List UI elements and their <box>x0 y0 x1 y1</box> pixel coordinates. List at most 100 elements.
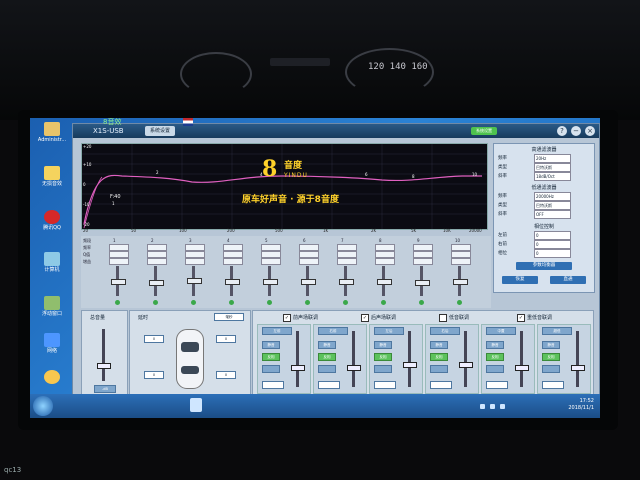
channel-name-button[interactable]: 中置 <box>486 327 516 335</box>
eq-freq-field[interactable] <box>451 244 471 251</box>
eq-gain-field[interactable] <box>375 258 395 265</box>
eq-band-indicator-icon[interactable] <box>115 300 120 305</box>
channel-mute-button[interactable]: 静音 <box>374 341 392 349</box>
channel-invert-button[interactable]: 反相 <box>430 353 448 361</box>
channel-volume-track[interactable] <box>408 331 411 387</box>
minimize-button[interactable]: − <box>571 126 581 136</box>
channel-volume-track[interactable] <box>296 331 299 387</box>
desktop-icon-sound[interactable]: 无损音效 <box>32 166 72 187</box>
bypass-button[interactable]: 直通 <box>550 276 586 284</box>
link-checkbox[interactable]: ✓ <box>361 314 369 322</box>
eq-gain-slider[interactable] <box>263 279 278 285</box>
parametric-eq-button[interactable]: 参数均衡器 <box>516 262 572 270</box>
tab-system-settings[interactable]: 系统设置 <box>145 126 175 136</box>
eq-q-field[interactable] <box>223 251 243 258</box>
channel-volume-slider[interactable] <box>571 364 585 371</box>
channel-name-button[interactable]: 左前 <box>262 327 292 335</box>
channel-value-field[interactable] <box>262 381 284 389</box>
desktop-icon-float[interactable]: 浮动窗口 <box>32 296 72 317</box>
eq-band-indicator-icon[interactable] <box>305 300 310 305</box>
channel-name-button[interactable]: 右前 <box>318 327 348 335</box>
channel-volume-track[interactable] <box>520 331 523 387</box>
eq-gain-field[interactable] <box>337 258 357 265</box>
desktop-icon-network[interactable]: 网络 <box>32 333 72 354</box>
eq-band-indicator-icon[interactable] <box>381 300 386 305</box>
channel-mute-button[interactable]: 静音 <box>486 341 504 349</box>
eq-band-indicator-icon[interactable] <box>267 300 272 305</box>
channel-name-button[interactable]: 右后 <box>430 327 460 335</box>
master-volume-value[interactable]: -dB <box>94 385 116 393</box>
master-volume-track[interactable] <box>102 329 105 381</box>
eq-freq-field[interactable] <box>223 244 243 251</box>
graph-point-label[interactable]: 8 <box>412 174 415 179</box>
eq-freq-field[interactable] <box>375 244 395 251</box>
eq-q-field[interactable] <box>147 251 167 258</box>
eq-band-indicator-icon[interactable] <box>419 300 424 305</box>
delay-rear-right[interactable]: 0 <box>216 371 236 379</box>
channel-invert-button[interactable]: 反相 <box>542 353 560 361</box>
eq-band-indicator-icon[interactable] <box>229 300 234 305</box>
channel-value-field[interactable] <box>542 381 564 389</box>
desktop-icon-computer[interactable]: 计算机 <box>32 252 72 273</box>
reset-button[interactable]: 恢复 <box>502 276 538 284</box>
eq-gain-field[interactable] <box>299 258 319 265</box>
eq-band-indicator-icon[interactable] <box>153 300 158 305</box>
link-checkbox[interactable]: ✓ <box>283 314 291 322</box>
channel-option-button[interactable] <box>486 365 504 373</box>
lpf-slope-select[interactable]: OFF <box>534 210 571 219</box>
eq-q-field[interactable] <box>413 251 433 258</box>
eq-gain-slider[interactable] <box>339 279 354 285</box>
eq-band-indicator-icon[interactable] <box>457 300 462 305</box>
channel-option-button[interactable] <box>318 365 336 373</box>
network-tray-icon[interactable] <box>480 404 485 409</box>
eq-band-indicator-icon[interactable] <box>343 300 348 305</box>
lpf-freq-field[interactable]: 20000Hz <box>534 192 571 201</box>
eq-q-field[interactable] <box>451 251 471 258</box>
hpf-type-select[interactable]: 巴特沃斯 <box>534 163 571 172</box>
graph-point-label[interactable]: 1 <box>112 201 115 206</box>
desktop-icon-administrator[interactable]: Administr... <box>32 122 72 143</box>
graph-point-label[interactable]: 6 <box>365 172 368 177</box>
phase-right-field[interactable]: 0 <box>534 240 571 249</box>
channel-value-field[interactable] <box>374 381 396 389</box>
channel-volume-track[interactable] <box>464 331 467 387</box>
graph-point-label[interactable]: 10 <box>472 172 477 177</box>
eq-q-field[interactable] <box>375 251 395 258</box>
help-button[interactable]: ? <box>557 126 567 136</box>
channel-name-button[interactable]: 左后 <box>374 327 404 335</box>
phase-left-field[interactable]: 0 <box>534 231 571 240</box>
channel-volume-slider[interactable] <box>347 364 361 371</box>
flag-icon[interactable] <box>183 118 193 126</box>
channel-option-button[interactable] <box>430 365 448 373</box>
eq-gain-field[interactable] <box>147 258 167 265</box>
channel-volume-slider[interactable] <box>403 362 417 369</box>
graph-point-label[interactable]: 2 <box>156 170 159 175</box>
channel-volume-slider[interactable] <box>291 364 305 371</box>
link-checkbox[interactable]: ✓ <box>517 314 525 322</box>
eq-q-field[interactable] <box>185 251 205 258</box>
close-button[interactable]: × <box>585 126 595 136</box>
start-button[interactable] <box>33 396 53 416</box>
hpf-slope-select[interactable]: 18dB/Oct <box>534 172 571 181</box>
eq-freq-field[interactable] <box>185 244 205 251</box>
eq-gain-slider[interactable] <box>111 279 126 285</box>
delay-unit-select[interactable]: 毫秒 <box>214 313 244 321</box>
desktop-icon-qq[interactable]: 腾讯QQ <box>32 210 72 231</box>
channel-name-button[interactable]: 超低 <box>542 327 572 335</box>
channel-invert-button[interactable]: 反相 <box>374 353 392 361</box>
eq-freq-field[interactable] <box>261 244 281 251</box>
eq-freq-field[interactable] <box>109 244 129 251</box>
link-checkbox[interactable] <box>439 314 447 322</box>
volume-tray-icon[interactable] <box>490 404 495 409</box>
eq-response-graph[interactable]: +20 +10 0 -10 -20 F:40 1 2 4 6 8 10 8 音度… <box>81 143 488 230</box>
eq-gain-slider[interactable] <box>225 279 240 285</box>
eq-gain-slider[interactable] <box>149 280 164 287</box>
eq-gain-slider[interactable] <box>415 280 430 287</box>
master-volume-slider[interactable] <box>97 362 111 369</box>
eq-freq-field[interactable] <box>337 244 357 251</box>
eq-gain-slider[interactable] <box>453 279 468 285</box>
eq-gain-slider[interactable] <box>377 279 392 285</box>
channel-option-button[interactable] <box>542 365 560 373</box>
eq-band-indicator-icon[interactable] <box>191 300 196 305</box>
channel-mute-button[interactable]: 静音 <box>542 341 560 349</box>
